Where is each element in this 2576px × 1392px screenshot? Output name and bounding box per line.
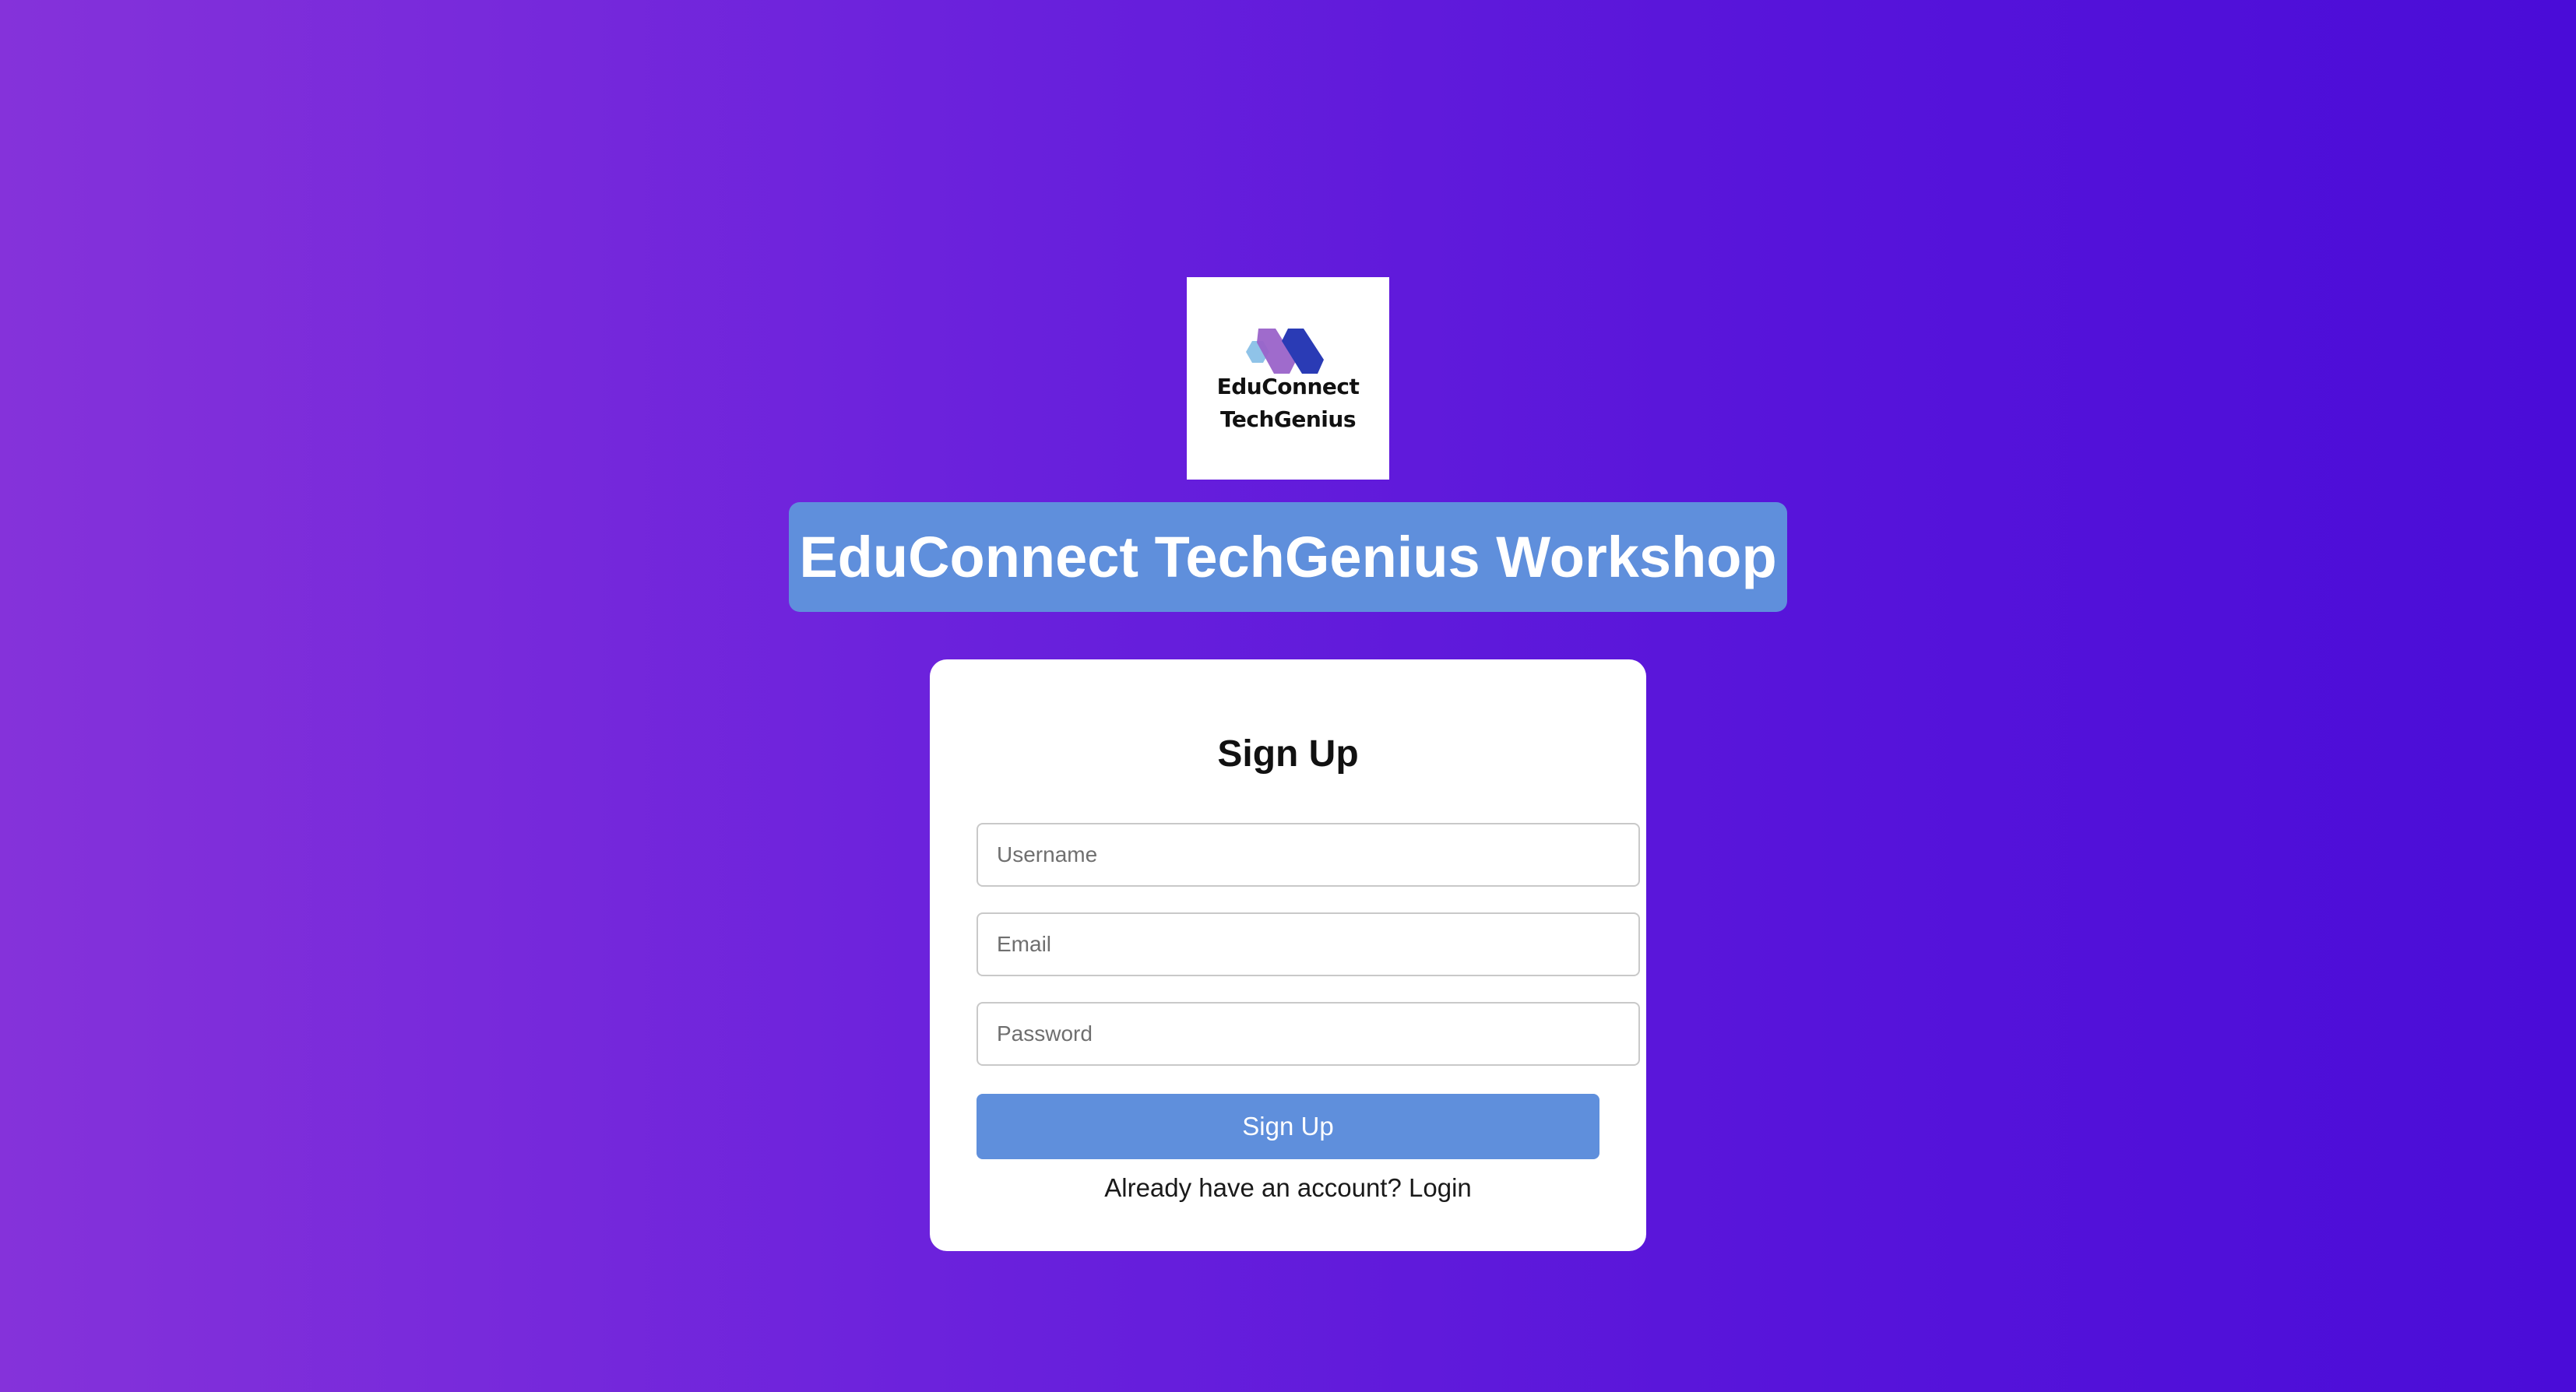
- login-link[interactable]: Login: [1409, 1173, 1472, 1202]
- signup-card: Sign Up Sign Up Already have an account?…: [930, 659, 1646, 1251]
- login-prompt-text: Already have an account?: [1104, 1173, 1402, 1202]
- page-title: EduConnect TechGenius Workshop: [799, 525, 1777, 589]
- logo-text-line1: EduConnect: [1216, 374, 1360, 399]
- password-input[interactable]: [977, 1002, 1640, 1066]
- page-background: EduConnect TechGenius EduConnect TechGen…: [0, 0, 2576, 1392]
- signup-button[interactable]: Sign Up: [977, 1094, 1599, 1159]
- username-input[interactable]: [977, 823, 1640, 887]
- logo-text-line2: TechGenius: [1219, 406, 1357, 432]
- login-prompt-line: Already have an account? Login: [930, 1173, 1646, 1203]
- signup-heading: Sign Up: [1217, 733, 1359, 775]
- logo: EduConnect TechGenius: [1187, 277, 1389, 480]
- page-title-banner: EduConnect TechGenius Workshop: [789, 502, 1787, 612]
- email-input[interactable]: [977, 912, 1640, 976]
